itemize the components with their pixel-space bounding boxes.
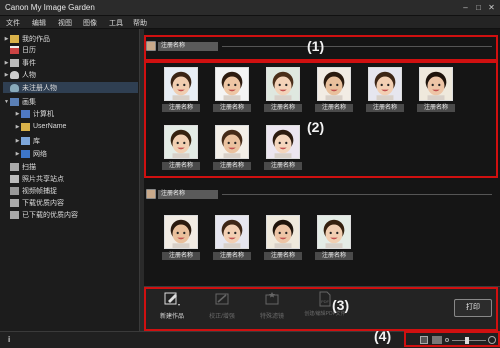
menu-file[interactable]: 文件 — [6, 18, 20, 28]
menu-help[interactable]: 帮助 — [133, 18, 147, 28]
expand-arrow-icon[interactable]: ▶ — [3, 60, 10, 66]
window-title: Canon My Image Garden — [5, 3, 95, 12]
global-menu-sidebar: ▶ 我的作品 日历 ▶ 事件 ▶ 人物 未注册人物 ▼ 画集 ▶ 计算机 ▶ U… — [0, 29, 140, 331]
sidebar-item-label: 下载优质内容 — [22, 199, 64, 207]
sidebar-item-downloaded-premium[interactable]: 已下载的优质内容 — [3, 209, 138, 220]
calendar-icon — [10, 45, 19, 54]
sidebar-item-unregistered-people[interactable]: 未注册人物 — [3, 82, 138, 93]
person-icon — [10, 70, 19, 79]
sidebar-item-username[interactable]: ▶ UserName — [14, 121, 138, 132]
sidebar-item-label: 计算机 — [33, 110, 54, 118]
register-name-field[interactable]: 注册名称 — [162, 252, 200, 260]
face-photo[interactable] — [215, 215, 249, 249]
sidebar-item-event[interactable]: ▶ 事件 — [3, 57, 138, 68]
expand-arrow-icon[interactable]: ▶ — [14, 124, 21, 130]
face-photo[interactable] — [164, 215, 198, 249]
group-name-label[interactable]: 注册名称 — [158, 189, 218, 199]
sidebar-item-label: 事件 — [22, 59, 36, 67]
group-header: 注册名称 — [146, 187, 498, 201]
sidebar-item-label: 我的作品 — [22, 35, 50, 43]
close-button[interactable]: ✕ — [486, 2, 497, 13]
face-photo-image — [318, 216, 350, 248]
download-icon — [10, 198, 19, 207]
sidebar-item-download-premium[interactable]: 下载优质内容 — [3, 197, 138, 208]
sidebar-item-label: 网络 — [33, 150, 47, 158]
sidebar-item-label: 日历 — [22, 46, 36, 54]
sidebar-item-people[interactable]: ▶ 人物 — [3, 69, 138, 80]
face-photo-image — [165, 216, 197, 248]
expand-arrow-icon[interactable]: ▶ — [3, 36, 10, 42]
sidebar-item-label: 视频帧捕捉 — [22, 187, 57, 195]
callout-number: (4) — [374, 328, 392, 344]
sidebar-item-label: 已下载的优质内容 — [22, 211, 78, 219]
callout-number: (1) — [307, 38, 325, 54]
register-name-field[interactable]: 注册名称 — [213, 252, 251, 260]
sidebar-item-label: 扫描 — [22, 163, 36, 171]
sidebar-item-label: 库 — [33, 137, 40, 145]
album-icon — [10, 97, 19, 106]
info-icon[interactable]: i — [8, 335, 10, 344]
sidebar-item-computer[interactable]: ▶ 计算机 — [14, 108, 138, 119]
expand-arrow-icon[interactable]: ▶ — [14, 151, 21, 157]
face-thumbnail[interactable]: 注册名称 — [162, 215, 200, 261]
sidebar-item-label: 未注册人物 — [22, 84, 57, 92]
sidebar-item-photo-sharing[interactable]: 照片共享站点 — [3, 173, 138, 184]
register-name-field[interactable]: 注册名称 — [315, 252, 353, 260]
sidebar-item-album[interactable]: ▼ 画集 — [3, 96, 138, 107]
maximize-button[interactable]: □ — [473, 2, 484, 13]
face-photo-image — [216, 216, 248, 248]
sidebar-item-label: 画集 — [22, 98, 36, 106]
expand-arrow-icon[interactable]: ▶ — [14, 138, 21, 144]
sidebar-item-label: UserName — [33, 123, 67, 130]
menu-view[interactable]: 视图 — [58, 18, 72, 28]
sidebar-item-video-capture[interactable]: 视频帧捕捉 — [3, 185, 138, 196]
divider — [222, 193, 492, 195]
sidebar-item-scan[interactable]: 扫描 — [3, 161, 138, 172]
menu-edit[interactable]: 编辑 — [32, 18, 46, 28]
user-folder-icon — [21, 122, 30, 131]
face-thumbnail[interactable]: 注册名称 — [213, 215, 251, 261]
library-icon — [21, 136, 30, 145]
folder-icon — [10, 34, 19, 43]
video-capture-icon — [10, 186, 19, 195]
expand-arrow-icon[interactable]: ▶ — [3, 72, 10, 78]
unregistered-person-icon — [10, 83, 19, 92]
face-photo-image — [267, 216, 299, 248]
callout-box — [144, 287, 498, 331]
sidebar-item-label: 照片共享站点 — [22, 175, 64, 183]
face-thumbnail[interactable]: 注册名称 — [315, 215, 353, 261]
title-bar: Canon My Image Garden – □ ✕ — [0, 0, 500, 16]
menu-image[interactable]: 图像 — [83, 18, 97, 28]
sidebar-item-calendar[interactable]: 日历 — [3, 44, 138, 55]
expand-arrow-icon[interactable]: ▶ — [14, 111, 21, 117]
callout-number: (3) — [332, 297, 350, 313]
face-icon — [146, 189, 156, 199]
callout-number: (2) — [307, 119, 325, 135]
sidebar-item-my-art[interactable]: ▶ 我的作品 — [3, 33, 138, 44]
minimize-button[interactable]: – — [460, 2, 471, 13]
face-photo[interactable] — [266, 215, 300, 249]
network-icon — [21, 149, 30, 158]
event-icon — [10, 58, 19, 67]
photo-share-icon — [10, 174, 19, 183]
sidebar-item-label: 人物 — [22, 71, 36, 79]
scan-icon — [10, 162, 19, 171]
face-photo[interactable] — [317, 215, 351, 249]
menu-tools[interactable]: 工具 — [109, 18, 123, 28]
menu-bar: 文件 编辑 视图 图像 工具 帮助 — [0, 16, 500, 29]
sidebar-item-network[interactable]: ▶ 网络 — [14, 148, 138, 159]
callout-box — [404, 331, 500, 347]
computer-icon — [21, 109, 30, 118]
face-thumbnail[interactable]: 注册名称 — [264, 215, 302, 261]
expand-arrow-icon[interactable]: ▼ — [3, 99, 10, 105]
sidebar-item-library[interactable]: ▶ 库 — [14, 135, 138, 146]
downloaded-icon — [10, 210, 19, 219]
register-name-field[interactable]: 注册名称 — [264, 252, 302, 260]
